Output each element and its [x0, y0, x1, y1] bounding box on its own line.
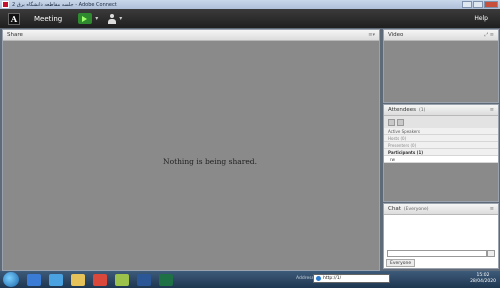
share-pod-content: Nothing is being shared.	[3, 41, 379, 270]
adobe-connect-app-icon	[2, 1, 9, 8]
hosts-row[interactable]: Hosts (0)	[384, 135, 498, 142]
system-clock[interactable]: 15:02 28/04/2020	[470, 273, 496, 285]
internet-explorer-icon[interactable]	[49, 273, 63, 286]
chat-pod-content: Everyone	[384, 215, 498, 268]
close-button[interactable]	[484, 1, 498, 8]
share-pod-title: Share	[7, 32, 23, 38]
attendees-pod-title: Attendees	[388, 107, 416, 113]
pod-menu-icon[interactable]: ≡	[490, 107, 494, 113]
presenters-row[interactable]: Presenters (0)	[384, 142, 498, 149]
excel-icon[interactable]	[159, 273, 173, 286]
attendees-pod-content: Active Speakers Hosts (0) Presenters (0)…	[384, 116, 498, 201]
paint-icon[interactable]	[115, 273, 129, 286]
pod-menu-icon[interactable]: ⤢ ≡	[484, 32, 494, 38]
windows-taskbar: Address http://1/ 15:02 28/04/2020	[0, 271, 500, 288]
video-pod-content	[384, 41, 498, 102]
address-input[interactable]: http://1/	[313, 274, 390, 283]
user-status-icon[interactable]	[108, 13, 117, 24]
chat-pod-subtitle: (Everyone)	[403, 206, 429, 212]
start-button[interactable]	[3, 272, 19, 287]
menubar: A Meeting ▾ ▾ Help	[0, 9, 500, 28]
window-titlebar: جلسه مقاطعه دانشگاه برق 2 - Adobe Connec…	[0, 0, 500, 9]
meeting-menu[interactable]: Meeting	[34, 15, 62, 23]
attendees-pod-header: Attendees (1) ≡	[384, 105, 498, 116]
active-speakers-row[interactable]: Active Speakers	[384, 128, 498, 135]
help-menu[interactable]: Help	[474, 15, 488, 22]
chat-pod-title: Chat	[388, 206, 401, 212]
clock-date: 28/04/2020	[470, 279, 496, 284]
video-pod: Video ⤢ ≡	[383, 29, 499, 103]
attendee-row[interactable]: rw	[384, 156, 498, 163]
chevron-down-icon[interactable]: ▾	[119, 15, 122, 22]
hosts-label: Hosts (0)	[388, 135, 407, 141]
share-pod: Share ≡▾ Nothing is being shared.	[2, 29, 380, 271]
pod-menu-icon[interactable]: ≡	[490, 206, 494, 212]
chevron-down-icon[interactable]: ▾	[95, 15, 98, 22]
status-icon[interactable]	[397, 118, 404, 126]
address-label: Address	[296, 276, 314, 281]
address-value: http://1/	[323, 276, 342, 281]
video-pod-title: Video	[388, 32, 404, 38]
attendees-pod: Attendees (1) ≡ Active Speakers Hosts (0…	[383, 104, 499, 202]
window-title: جلسه مقاطعه دانشگاه برق 2 - Adobe Connec…	[12, 1, 117, 8]
word-icon[interactable]	[137, 273, 151, 286]
speaker-icon[interactable]	[78, 13, 93, 24]
maximize-button[interactable]	[473, 1, 483, 8]
list-view-icon[interactable]	[388, 118, 395, 126]
chat-input[interactable]	[387, 250, 487, 257]
chat-tab-label: Everyone	[390, 260, 412, 266]
minimize-button[interactable]	[462, 1, 472, 8]
window-controls	[462, 1, 498, 8]
attendee-name: rw	[390, 156, 395, 162]
participants-row[interactable]: Participants (1)	[384, 149, 498, 156]
pod-menu-icon[interactable]: ≡▾	[368, 32, 375, 38]
folder-icon[interactable]	[71, 273, 85, 286]
media-player-icon[interactable]	[27, 273, 41, 286]
share-pod-header: Share ≡▾	[3, 30, 379, 41]
attendees-toolbar	[384, 116, 498, 128]
send-message-button[interactable]	[487, 250, 495, 257]
adobe-logo-icon: A	[8, 12, 20, 25]
chat-pod: Chat (Everyone) ≡ Everyone	[383, 203, 499, 269]
chat-pod-header: Chat (Everyone) ≡	[384, 204, 498, 215]
attendee-count: (1)	[418, 107, 426, 113]
active-speakers-label: Active Speakers	[388, 128, 420, 134]
chat-tab-everyone[interactable]: Everyone	[386, 259, 416, 267]
nothing-shared-message: Nothing is being shared.	[163, 157, 257, 166]
video-pod-header: Video ⤢ ≡	[384, 30, 498, 41]
presenters-label: Presenters (0)	[388, 142, 417, 148]
chrome-icon[interactable]	[93, 273, 107, 286]
participants-label: Participants (1)	[388, 149, 424, 155]
